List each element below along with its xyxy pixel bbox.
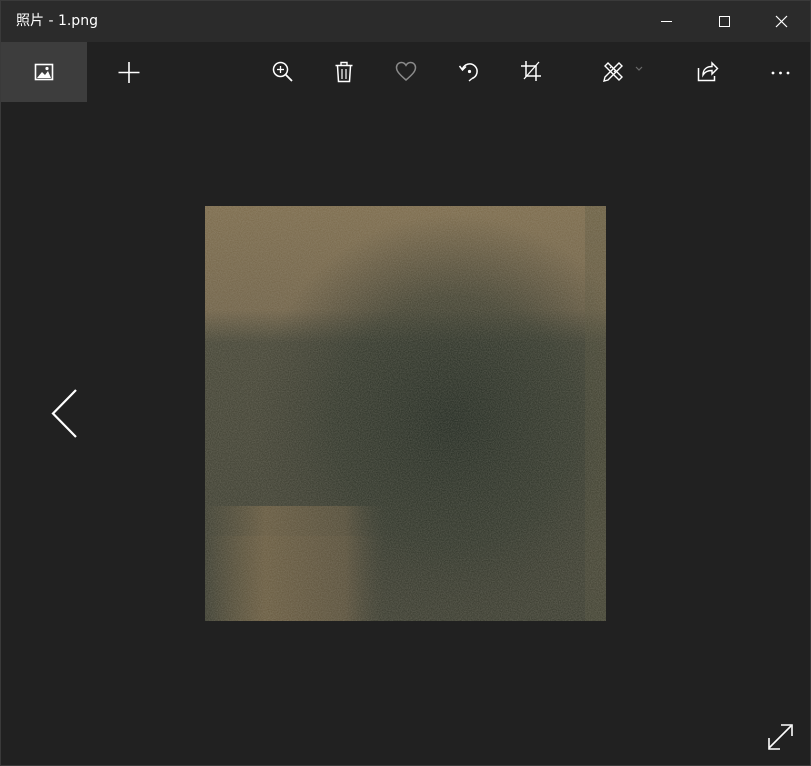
- edit-create-button[interactable]: [591, 42, 643, 102]
- expand-diagonal-icon: [768, 724, 793, 750]
- close-icon: [775, 15, 788, 28]
- favorite-button[interactable]: [383, 42, 429, 102]
- maximize-button[interactable]: [696, 1, 754, 42]
- window-title: 照片 - 1.png: [16, 13, 98, 29]
- add-button[interactable]: [106, 42, 152, 102]
- maximize-icon: [719, 16, 730, 27]
- app-toolbar: [1, 42, 810, 102]
- share-icon: [697, 61, 719, 82]
- heart-icon: [395, 61, 417, 81]
- photos-app-window: 照片 - 1.png: [0, 0, 811, 766]
- crop-button[interactable]: [508, 42, 554, 102]
- chevron-down-icon: [635, 66, 643, 71]
- share-button[interactable]: [684, 42, 730, 102]
- zoom-button[interactable]: [259, 42, 305, 102]
- collection-button[interactable]: [1, 42, 87, 102]
- image-viewer[interactable]: [1, 102, 810, 765]
- photo-image: [205, 206, 606, 621]
- plus-icon: [118, 62, 140, 83]
- previous-image-button[interactable]: [41, 382, 91, 446]
- zoom-in-icon: [272, 61, 293, 82]
- more-button[interactable]: [757, 42, 803, 102]
- delete-button[interactable]: [321, 42, 367, 102]
- ellipsis-icon: [771, 71, 790, 75]
- pencil-ruler-icon: [603, 62, 643, 82]
- crop-icon: [521, 61, 541, 81]
- rotate-icon: [458, 63, 478, 82]
- picture-icon: [34, 63, 54, 81]
- minimize-button[interactable]: [638, 1, 696, 42]
- displayed-photo[interactable]: [205, 206, 606, 621]
- close-button[interactable]: [753, 1, 811, 42]
- fullscreen-button[interactable]: [761, 717, 801, 757]
- minimize-icon: [661, 21, 672, 22]
- chevron-left-icon: [51, 389, 77, 438]
- rotate-button[interactable]: [446, 42, 492, 102]
- trash-icon: [335, 61, 353, 83]
- title-bar[interactable]: 照片 - 1.png: [1, 1, 810, 42]
